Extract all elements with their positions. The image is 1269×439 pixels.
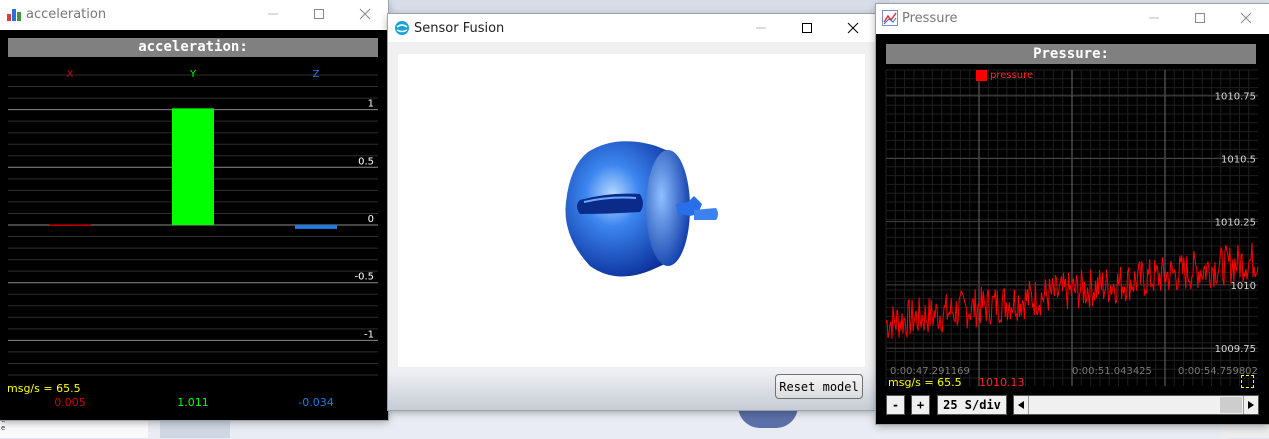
window-title: Pressure: [902, 10, 958, 26]
y-tick-label: 1010.5: [1221, 154, 1256, 165]
pressure-line-chart[interactable]: 1010.751010.51010.2510101009.750:00:47.2…: [876, 34, 1269, 424]
acceleration-msg-rate: msg/s = 65.5: [7, 382, 81, 395]
y-tick-label: -1: [364, 329, 374, 340]
pressure-current-value: 1010.13: [979, 376, 1025, 389]
timebase-field[interactable]: 25 S/div: [937, 395, 1007, 415]
y-tick-label: 1009.75: [1215, 344, 1256, 355]
maximize-button[interactable]: [296, 0, 342, 28]
y-tick-label: 0: [368, 214, 374, 225]
zoom-out-button[interactable]: -: [886, 395, 905, 415]
fusion-globe-icon: [394, 20, 410, 36]
window-title: acceleration: [26, 6, 107, 22]
x-tick-label: 0:00:51.043425: [1072, 366, 1152, 377]
close-button[interactable]: [1223, 4, 1269, 32]
axis-label-z: Z: [313, 69, 320, 80]
autoscale-icon[interactable]: [1241, 375, 1254, 388]
scroll-left-icon[interactable]: [1014, 396, 1029, 414]
legend-swatch: [976, 70, 987, 81]
scroll-thumb[interactable]: [1220, 397, 1242, 413]
3d-pressure-cup-model: [565, 141, 718, 277]
minimize-button[interactable]: [738, 14, 784, 42]
legend-label: pressure: [990, 70, 1034, 81]
y-tick-label: 1010.25: [1215, 218, 1256, 229]
y-tick-label: 1: [368, 99, 374, 110]
background-taskbar-strip: [390, 0, 890, 14]
value-label-z: -0.034: [298, 396, 333, 409]
pressure-msg-rate: msg/s = 65.5: [888, 376, 962, 389]
close-button[interactable]: [342, 0, 388, 28]
pressure-plot-area: Pressure: 1010.75 1010.5 1010.25 1010 1009.7…: [876, 34, 1269, 424]
line-chart-icon: [882, 10, 898, 26]
pressure-titlebar[interactable]: Pressure: [876, 4, 1269, 32]
sensor-fusion-window: Sensor Fusion Reset model: [388, 14, 876, 410]
acceleration-bar-chart: 1 0.5 0 -0.5 -1 X 0.005 Y 1.011 Z -0.034: [8, 69, 378, 409]
value-label-x: 0.005: [54, 396, 86, 409]
time-scrollbar[interactable]: [1013, 395, 1259, 415]
scroll-right-icon[interactable]: [1243, 396, 1258, 414]
axis-label-y: Y: [189, 69, 197, 80]
y-tick-label: 1010.75: [1215, 91, 1256, 102]
y-tick-label: -0.5: [354, 272, 374, 283]
pressure-window: Pressure Pressure: 1010.75 1010.5 1010.25 1…: [876, 4, 1269, 424]
acceleration-window: acceleration acceleration: 1 0.5 0 -0.5 -1 X 0…: [0, 0, 388, 420]
acceleration-plot-area: acceleration: 1 0.5 0 -0.5 -1 X 0.005 Y 1.011 Z -0…: [0, 30, 388, 420]
zoom-in-button[interactable]: +: [911, 395, 930, 415]
close-button[interactable]: [830, 14, 876, 42]
acceleration-titlebar[interactable]: acceleration: [0, 0, 388, 28]
window-title: Sensor Fusion: [414, 20, 505, 36]
3d-model-viewport[interactable]: [398, 54, 865, 367]
y-tick-label: 0.5: [358, 156, 374, 167]
maximize-button[interactable]: [1177, 4, 1223, 32]
bar-chart-icon: [6, 6, 22, 22]
bar-x: [49, 224, 91, 226]
axis-label-x: X: [67, 69, 74, 80]
sensor-fusion-titlebar[interactable]: Sensor Fusion: [388, 14, 876, 42]
bar-y: [172, 108, 214, 225]
value-label-y: 1.011: [177, 396, 209, 409]
maximize-button[interactable]: [784, 14, 830, 42]
y-tick-label: 1010: [1231, 281, 1256, 292]
bar-z: [295, 225, 337, 229]
minimize-button[interactable]: [1131, 4, 1177, 32]
reset-model-button[interactable]: Reset model: [775, 374, 863, 399]
minimize-button[interactable]: [250, 0, 296, 28]
